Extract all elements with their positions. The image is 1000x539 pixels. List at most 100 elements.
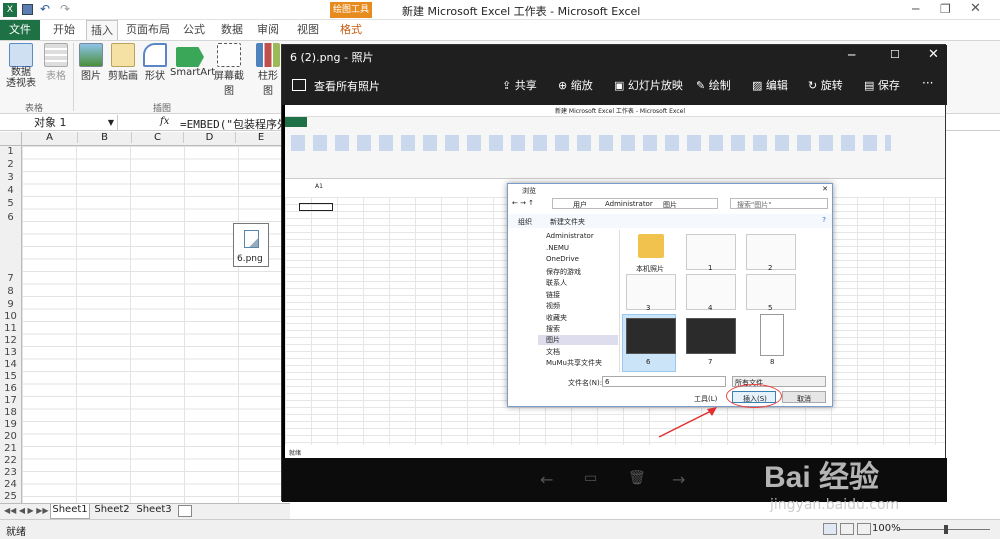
sheet-tab[interactable]: Sheet2 xyxy=(92,504,132,519)
zoom-button[interactable]: ⊕ 缩放 xyxy=(558,77,593,93)
shapes-button[interactable]: 形状 xyxy=(142,43,168,82)
col-header[interactable]: C xyxy=(132,132,184,143)
row-header[interactable]: 4 xyxy=(0,185,22,198)
breadcrumb[interactable]: 用户 Administrator 图片 xyxy=(552,198,718,209)
zoom-slider-thumb[interactable] xyxy=(944,525,948,534)
tree-item[interactable]: 文档 xyxy=(546,347,560,357)
row-header[interactable]: 10 xyxy=(0,311,22,323)
organize-button[interactable]: 组织 xyxy=(518,217,532,227)
row-header[interactable]: 15 xyxy=(0,371,22,383)
tree-item[interactable]: 搜索 xyxy=(546,324,560,334)
view-normal-icon[interactable] xyxy=(823,523,837,535)
row-header[interactable]: 20 xyxy=(0,431,22,443)
row-header[interactable]: 2 xyxy=(0,159,22,172)
delete-icon[interactable]: 🗑 xyxy=(628,470,646,486)
row-header[interactable]: 9 xyxy=(0,299,22,311)
row-header[interactable]: 22 xyxy=(0,455,22,467)
photos-maximize-button[interactable]: ☐ xyxy=(890,48,900,61)
tab-insert[interactable]: 插入 xyxy=(86,20,118,40)
smartart-button[interactable]: SmartArt xyxy=(170,43,215,78)
name-box[interactable]: 对象 1 ▼ xyxy=(0,115,118,131)
new-sheet-icon[interactable] xyxy=(178,505,192,517)
file-thumb[interactable] xyxy=(686,318,736,354)
comment-icon[interactable]: ▭ xyxy=(584,470,597,486)
close-button[interactable]: ✕ xyxy=(970,1,981,16)
cancel-button[interactable]: 取消 xyxy=(782,391,826,403)
nav-arrows-icon[interactable]: ← → ↑ xyxy=(512,199,534,207)
sheet-nav-icons[interactable]: ◀◀ ◀ ▶ ▶▶ xyxy=(4,506,49,515)
row-header[interactable]: 7 xyxy=(0,273,22,286)
row-header[interactable]: 11 xyxy=(0,323,22,335)
row-header[interactable]: 8 xyxy=(0,286,22,299)
file-thumb[interactable] xyxy=(626,318,676,354)
tree-item[interactable]: MuMu共享文件夹 xyxy=(546,358,602,368)
row-header[interactable]: 12 xyxy=(0,335,22,347)
file-thumb[interactable] xyxy=(760,314,784,356)
table-button[interactable]: 表格 xyxy=(42,43,70,82)
view-page-layout-icon[interactable] xyxy=(840,523,854,535)
share-button[interactable]: ⇪ 共享 xyxy=(502,77,537,93)
tab-view[interactable]: 视图 xyxy=(292,20,324,40)
row-header[interactable]: 21 xyxy=(0,443,22,455)
fx-icon[interactable]: fx xyxy=(160,116,169,127)
filename-input[interactable]: 6 xyxy=(602,376,726,387)
tab-format[interactable]: 格式 xyxy=(332,20,370,40)
new-folder-button[interactable]: 新建文件夹 xyxy=(550,217,585,227)
embedded-object[interactable]: 6.png xyxy=(233,223,269,267)
undo-icon[interactable]: ↶ xyxy=(40,2,50,16)
row-header[interactable]: 17 xyxy=(0,395,22,407)
row-header[interactable]: 23 xyxy=(0,467,22,479)
row-header[interactable]: 13 xyxy=(0,347,22,359)
row-header[interactable]: 24 xyxy=(0,479,22,491)
col-header[interactable]: E xyxy=(236,132,286,143)
sheet-grid[interactable] xyxy=(22,146,282,503)
row-header[interactable]: 16 xyxy=(0,383,22,395)
row-header[interactable]: 1 xyxy=(0,146,22,159)
zoom-level[interactable]: 100% xyxy=(872,523,901,534)
rotate-button[interactable]: ↻ 旋转 xyxy=(808,77,843,93)
tab-page-layout[interactable]: 页面布局 xyxy=(124,20,172,40)
file-thumb[interactable] xyxy=(626,274,676,310)
formula-input[interactable]: =EMBED("包装程序外 xyxy=(180,116,288,132)
screenshot-button[interactable]: 屏幕截图 xyxy=(210,43,248,97)
tree-item[interactable]: Administrator xyxy=(546,232,594,240)
quick-save-icon[interactable] xyxy=(22,4,33,15)
restore-button[interactable]: ❐ xyxy=(940,2,951,16)
tab-home[interactable]: 开始 xyxy=(44,20,84,40)
dialog-search-input[interactable]: 搜索"图片" xyxy=(730,198,828,209)
help-icon[interactable]: ? xyxy=(822,216,826,224)
draw-button[interactable]: ✎ 绘制 xyxy=(696,77,731,93)
tree-item[interactable]: 视频 xyxy=(546,301,560,311)
minimize-button[interactable]: ─ xyxy=(912,2,919,16)
tree-item-selected[interactable]: 图片 xyxy=(538,335,618,345)
row-header[interactable]: 5 xyxy=(0,198,22,212)
photos-minimize-button[interactable]: ─ xyxy=(848,48,855,62)
redo-icon[interactable]: ↷ xyxy=(60,2,70,16)
row-header[interactable]: 14 xyxy=(0,359,22,371)
sheet-tab[interactable]: Sheet1 xyxy=(50,504,90,519)
tree-item[interactable]: 联系人 xyxy=(546,278,567,288)
view-page-break-icon[interactable] xyxy=(857,523,871,535)
tree-item[interactable]: 保存的游戏 xyxy=(546,267,581,277)
chevron-down-icon[interactable]: ▼ xyxy=(108,115,114,131)
sheet-tab[interactable]: Sheet3 xyxy=(134,504,174,519)
more-button[interactable]: ··· xyxy=(922,76,933,90)
tab-review[interactable]: 审阅 xyxy=(252,20,284,40)
select-all-corner[interactable] xyxy=(0,132,22,146)
row-header[interactable]: 18 xyxy=(0,407,22,419)
col-header[interactable]: B xyxy=(78,132,132,143)
prev-icon[interactable]: ← xyxy=(540,470,553,489)
pivot-table-button[interactable]: 数据 透视表 xyxy=(2,43,40,89)
dialog-close-icon[interactable]: ✕ xyxy=(822,185,828,193)
photos-close-button[interactable]: ✕ xyxy=(928,47,939,62)
tree-item[interactable]: OneDrive xyxy=(546,255,579,263)
next-icon[interactable]: → xyxy=(672,470,685,489)
col-header[interactable]: D xyxy=(184,132,236,143)
edit-button[interactable]: ▨ 编辑 xyxy=(752,77,788,93)
row-header[interactable]: 6 xyxy=(0,212,22,273)
picture-button[interactable]: 图片 xyxy=(78,43,104,82)
clipart-button[interactable]: 剪贴画 xyxy=(106,43,140,82)
row-header[interactable]: 25 xyxy=(0,491,22,503)
tab-file[interactable]: 文件 xyxy=(0,20,40,40)
row-header[interactable]: 3 xyxy=(0,172,22,185)
